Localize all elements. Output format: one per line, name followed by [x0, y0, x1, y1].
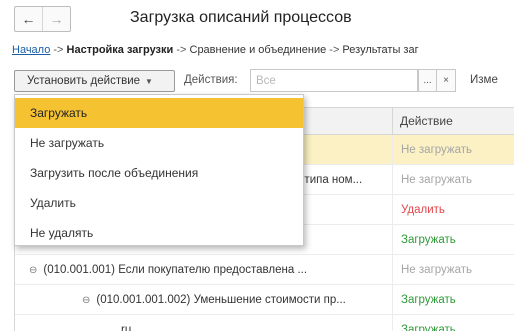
- arrow-right-icon: →: [49, 11, 64, 27]
- row-name-text: (010.001.001.002) Уменьшение стоимости п…: [96, 294, 346, 306]
- dropdown-item-load-after-merge[interactable]: Загрузить после объединения: [15, 158, 303, 188]
- row-action[interactable]: Не загружать: [392, 135, 514, 165]
- back-button[interactable]: ←: [15, 7, 42, 31]
- breadcrumb: Начало -> Настройка загрузки -> Сравнени…: [12, 44, 514, 56]
- table-row[interactable]: ⊖ (010.001.001) Если покупателю предостав…: [15, 255, 514, 285]
- set-action-label: Установить действие: [27, 75, 141, 87]
- row-name: я типа ном...: [295, 174, 363, 186]
- dropdown-item-no-load[interactable]: Не загружать: [15, 128, 303, 158]
- row-action[interactable]: Не загружать: [392, 255, 514, 285]
- clear-icon[interactable]: ×: [437, 69, 456, 92]
- arrow-left-icon: ←: [21, 11, 36, 27]
- dropdown-item-delete[interactable]: Удалить: [15, 188, 303, 218]
- caret-down-icon: ▼: [145, 76, 153, 86]
- breadcrumb-link-start[interactable]: Начало: [12, 44, 50, 56]
- breadcrumb-current: Настройка загрузки: [66, 44, 174, 56]
- collapse-icon[interactable]: ⊖: [29, 256, 37, 286]
- row-name-text: (010.001.001) Если покупателю предоставл…: [43, 264, 308, 276]
- row-name: ⊖ (010.001.001) Если покупателю предостав…: [29, 255, 389, 286]
- change-label: Изме: [470, 74, 498, 86]
- collapse-icon[interactable]: ⊖: [82, 286, 90, 316]
- set-action-dropdown: Загружать Не загружать Загрузить после о…: [14, 94, 304, 246]
- breadcrumb-separator: ->: [50, 44, 67, 56]
- row-action[interactable]: Загружать: [392, 315, 514, 331]
- breadcrumb-step-compare: Сравнение и объединение: [189, 44, 327, 56]
- breadcrumb-separator: ->: [173, 44, 190, 56]
- forward-button[interactable]: →: [42, 7, 70, 31]
- dropdown-item-load[interactable]: Загружать: [15, 98, 303, 128]
- table-row[interactable]: ru Загружать: [15, 315, 514, 331]
- table-row[interactable]: ⊖ (010.001.001.002) Уменьшение стоимости …: [15, 285, 514, 315]
- select-button[interactable]: ...: [418, 69, 437, 92]
- actions-filter-input[interactable]: [250, 69, 418, 92]
- navigation-buttons: ← →: [14, 6, 71, 32]
- set-action-button[interactable]: Установить действие ▼: [14, 70, 175, 92]
- column-header-action[interactable]: Действие: [392, 108, 514, 135]
- dropdown-item-no-delete[interactable]: Не удалять: [15, 218, 303, 248]
- row-action[interactable]: Удалить: [392, 195, 514, 225]
- page-title: Загрузка описаний процессов: [130, 9, 352, 26]
- row-name: ⊖ (010.001.001.002) Уменьшение стоимости …: [82, 285, 390, 316]
- row-action[interactable]: Не загружать: [392, 165, 514, 195]
- breadcrumb-step-results: Результаты заг: [342, 44, 419, 56]
- row-name: ru: [121, 324, 132, 331]
- breadcrumb-separator: ->: [326, 44, 343, 56]
- row-action[interactable]: Загружать: [392, 225, 514, 255]
- row-action[interactable]: Загружать: [392, 285, 514, 315]
- actions-label: Действия:: [184, 74, 238, 86]
